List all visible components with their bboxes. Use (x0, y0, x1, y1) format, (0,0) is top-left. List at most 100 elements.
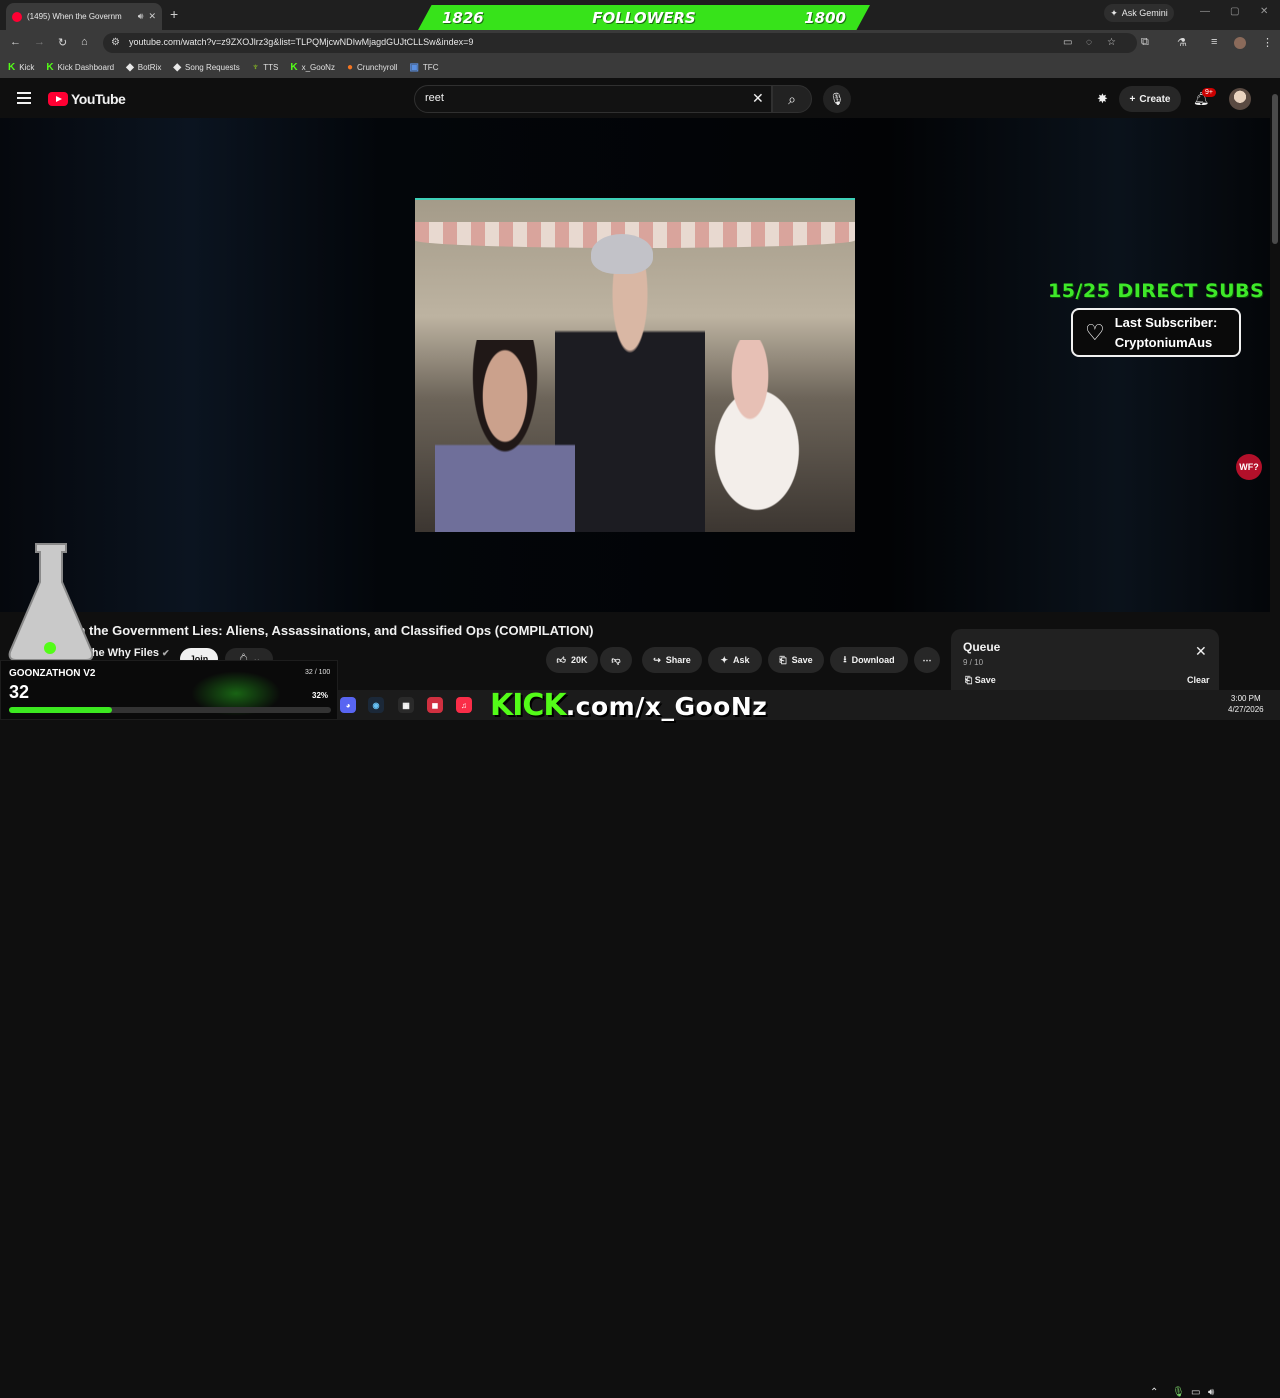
forward-arrow-icon[interactable]: → (34, 36, 45, 48)
channel-watermark[interactable]: WF? (1236, 454, 1262, 480)
save-label: Save (791, 655, 813, 665)
bookmark-item[interactable]: ● Crunchyroll (347, 62, 398, 73)
queue-close-icon[interactable]: ✕ (1195, 643, 1207, 660)
last-subscriber-label: Last Subscriber: (1114, 314, 1218, 330)
volume-icon[interactable]: 🔊︎ (1208, 1387, 1214, 1398)
ask-button[interactable]: ✦ Ask (708, 647, 762, 673)
bookmark-label: Kick (19, 62, 35, 72)
kick-stream-url: KICK.com/x_GooNz (490, 688, 767, 723)
system-clock[interactable]: 3:00 PM 4/27/2026 (1228, 693, 1264, 715)
bookmark-favicon-icon: K (290, 61, 298, 73)
eye-slash-icon[interactable]: ◌ (1086, 37, 1092, 48)
bookmark-item[interactable]: Kx_GooNz (290, 62, 335, 73)
profile-avatar[interactable] (1234, 37, 1246, 49)
tab-close-icon[interactable]: ✕ (148, 11, 156, 22)
window-close-icon[interactable]: ✕ (1260, 6, 1268, 17)
youtube-favicon-icon (12, 11, 22, 22)
bookmark-label: BotRix (137, 62, 162, 72)
followers-overlay: 1826 FOLLOWERS 1800 (418, 5, 870, 30)
maximize-icon[interactable]: ▢ (1230, 6, 1239, 17)
dislike-button[interactable]: 👎︎ (600, 647, 632, 673)
scrollbar-thumb[interactable] (1272, 94, 1278, 244)
queue-save-button[interactable]: ⎗ Save (965, 675, 996, 686)
home-icon[interactable]: ⌂ (81, 36, 88, 48)
clock-date: 4/27/2026 (1228, 705, 1264, 714)
goonzathon-widget: GOONZATHON V2 32 / 100 32 32% (0, 660, 338, 720)
last-subscriber-card: ♡ Last Subscriber: CryptoniumAus (1071, 308, 1241, 357)
extensions-icon[interactable]: ⧉ (1141, 36, 1149, 49)
new-tab-button[interactable]: + (170, 6, 178, 22)
reading-list-icon[interactable]: ≡ (1211, 36, 1217, 48)
heart-icon: ♡ (1085, 319, 1105, 345)
bookmark-favicon-icon: K (8, 61, 16, 73)
youtube-wordmark: YouTube (71, 91, 126, 107)
tab-title: (1495) When the Governm (27, 12, 122, 21)
bookmark-star-icon[interactable]: ☆ (1107, 37, 1116, 48)
download-label: Download (851, 655, 895, 665)
page-scrollbar[interactable] (1270, 80, 1280, 690)
speaker-icon[interactable]: 🔊︎ (138, 11, 144, 22)
bookmark-favicon-icon: ◆ (173, 61, 182, 73)
photo-baby (680, 340, 820, 532)
clear-search-icon[interactable]: ✕ (752, 90, 764, 107)
save-button[interactable]: ⎗ Save (768, 647, 824, 673)
last-subscriber-name: CryptoniumAus (1114, 334, 1213, 350)
like-count: 20K (570, 655, 588, 665)
bookmark-item[interactable]: ◆ BotRix (126, 62, 161, 73)
bookmark-item[interactable]: K Kick Dashboard (46, 62, 114, 73)
download-icon: ⭳ (843, 654, 847, 664)
account-avatar[interactable] (1229, 88, 1251, 110)
youtube-logo[interactable]: YouTube (48, 91, 126, 107)
back-arrow-icon[interactable]: ← (10, 36, 21, 48)
minimize-icon[interactable]: — (1200, 6, 1210, 17)
more-actions-button[interactable]: ⋯ (914, 647, 940, 673)
microphone-icon: 🎙︎ (829, 92, 845, 106)
channel-name-text: The Why Files (85, 647, 159, 659)
video-player[interactable] (0, 118, 1270, 612)
discord-icon[interactable]: ◕ (340, 697, 356, 713)
studio-sparkle-icon[interactable]: ✸ (1097, 91, 1108, 107)
voice-search-button[interactable]: 🎙︎ (823, 85, 851, 113)
flask-icon (8, 543, 94, 661)
create-button[interactable]: + Create (1119, 86, 1181, 112)
video-frame-photo (415, 198, 855, 532)
bookmark-favicon-icon: ♆ (251, 61, 260, 73)
epic-games-icon[interactable]: ▦ (398, 697, 414, 713)
like-button[interactable]: 👍︎ 20K (546, 647, 598, 673)
download-button[interactable]: ⭳ Download (830, 647, 908, 673)
bookmark-item[interactable]: ◆ Song Requests (173, 62, 239, 73)
microphone-tray-icon[interactable]: 🎙︎ (1172, 1387, 1185, 1398)
queue-clear-button[interactable]: Clear (1187, 675, 1210, 685)
ask-gemini-button[interactable]: ✦ Ask Gemini (1104, 4, 1174, 22)
bookmark-label: TFC (422, 62, 439, 72)
bookmark-favicon-icon: K (46, 61, 54, 73)
share-button[interactable]: ↪ Share (642, 647, 702, 673)
chrome-menu-icon[interactable]: ⋮ (1262, 36, 1273, 49)
browser-tab[interactable]: (1495) When the Governm 🔊︎ ✕ (6, 3, 162, 30)
bookmark-label: Crunchyroll (357, 62, 398, 72)
search-input[interactable] (425, 92, 725, 104)
search-box[interactable] (414, 85, 772, 113)
steam-icon[interactable]: ◉ (368, 697, 384, 713)
youtube-header: YouTube ✕ ⌕ 🎙︎ ✸ + Create 🔔︎ 9+ (0, 80, 1280, 118)
reload-icon[interactable]: ↻ (58, 36, 67, 49)
bookmark-item[interactable]: K Kick (8, 62, 34, 73)
hamburger-menu-icon[interactable] (17, 92, 31, 104)
bookmark-item[interactable]: ▣ TFC (409, 62, 438, 73)
cast-icon[interactable]: ▭ (1063, 37, 1072, 48)
channel-name[interactable]: The Why Files ✔ (85, 647, 170, 659)
extension-puzzle-icon[interactable]: ⚗ (1177, 36, 1187, 49)
bookmark-label: Kick Dashboard (57, 62, 115, 72)
music-icon[interactable]: ♫ (456, 697, 472, 713)
app-icon[interactable]: ◼ (427, 697, 443, 713)
browser-toolbar: ← → ↻ ⌂ ⚙ youtube.com/watch?v=z9ZXOJlrz3… (0, 30, 1280, 56)
search-button[interactable]: ⌕ (772, 85, 812, 113)
address-bar[interactable]: ⚙ youtube.com/watch?v=z9ZXOJlrz3g&list=T… (103, 33, 1137, 53)
video-title: When the Government Lies: Aliens, Assass… (50, 623, 594, 638)
network-icon[interactable]: ▭ (1191, 1387, 1200, 1398)
tray-chevron-icon[interactable]: ⌃ (1150, 1387, 1158, 1398)
url-text[interactable]: youtube.com/watch?v=z9ZXOJlrz3g&list=TLP… (129, 37, 473, 47)
followers-current: 1826 (442, 8, 484, 27)
bookmark-item[interactable]: ♆ TTS (252, 62, 279, 73)
site-info-icon[interactable]: ⚙ (111, 37, 120, 48)
